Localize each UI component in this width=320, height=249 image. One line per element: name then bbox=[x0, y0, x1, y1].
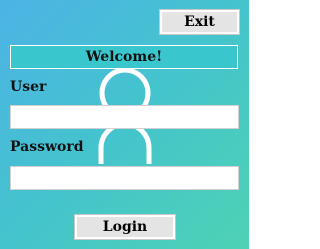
login-button[interactable]: Login bbox=[74, 214, 176, 240]
user-input[interactable] bbox=[10, 105, 239, 129]
login-screen: Exit Welcome! User Password Login bbox=[0, 0, 249, 249]
welcome-banner: Welcome! bbox=[10, 45, 238, 69]
user-label: User bbox=[10, 79, 47, 95]
password-label: Password bbox=[10, 139, 84, 155]
password-input[interactable] bbox=[10, 166, 239, 190]
exit-button[interactable]: Exit bbox=[159, 9, 240, 35]
